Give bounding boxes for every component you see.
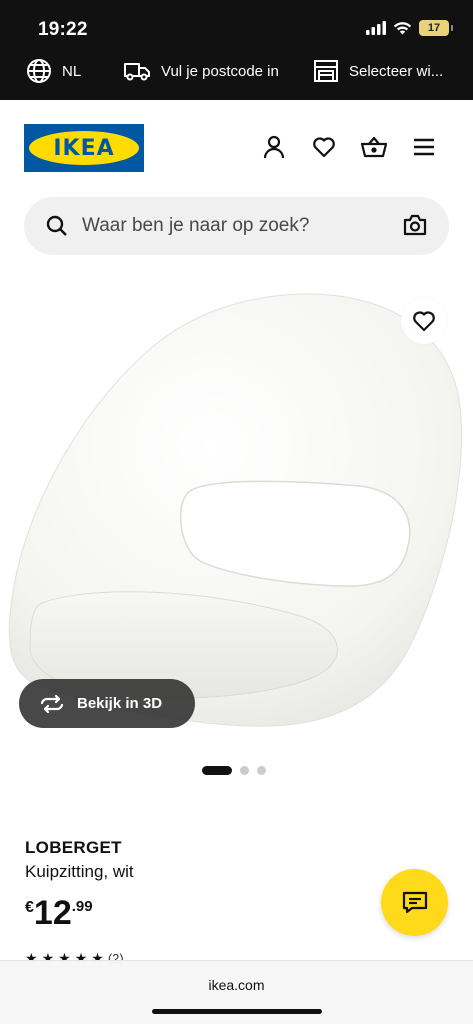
- top-dark-bar: 19:22 17 NL Vul je postcode in Selecteer…: [0, 0, 473, 100]
- user-icon[interactable]: [261, 134, 287, 160]
- cart-icon[interactable]: [361, 134, 387, 160]
- info-strip: NL Vul je postcode in Selecteer wi...: [0, 56, 473, 86]
- product-name: LOBERGET: [25, 838, 122, 857]
- chat-button[interactable]: [381, 869, 448, 936]
- browser-bottom-bar: ikea.com: [0, 960, 473, 1024]
- language-label: NL: [62, 62, 82, 80]
- home-indicator[interactable]: [152, 1009, 322, 1014]
- status-icons: 17: [366, 20, 453, 36]
- language-selector[interactable]: NL: [26, 56, 81, 86]
- view-in-3d-button[interactable]: Bekijk in 3D: [19, 679, 195, 728]
- menu-icon[interactable]: [411, 134, 437, 160]
- store-selector[interactable]: Selecteer wi...: [313, 56, 443, 86]
- search-icon: [46, 215, 67, 236]
- store-label: Selecteer wi...: [349, 62, 444, 80]
- ikea-logo[interactable]: IKEA: [24, 124, 144, 172]
- globe-icon: [27, 59, 51, 83]
- postcode-selector[interactable]: Vul je postcode in: [123, 56, 279, 86]
- battery-indicator: 17: [419, 20, 453, 36]
- rotate-3d-icon: [40, 694, 64, 713]
- status-time: 19:22: [38, 19, 88, 40]
- header-icons: [261, 134, 437, 160]
- gallery-dot-1[interactable]: [202, 766, 232, 775]
- logo-oval: IKEA: [29, 131, 139, 165]
- heart-icon: [413, 311, 435, 332]
- heart-icon[interactable]: [311, 134, 337, 160]
- signal-icon: [366, 21, 386, 35]
- wifi-icon: [393, 22, 412, 35]
- price-integer: 12: [33, 894, 72, 932]
- store-icon: [314, 60, 338, 82]
- price-currency: €: [25, 899, 34, 916]
- chat-icon: [402, 891, 427, 913]
- gallery-pagination: [202, 766, 266, 775]
- gallery-dot-2[interactable]: [240, 766, 249, 775]
- logo-text: IKEA: [53, 135, 115, 161]
- truck-icon: [124, 63, 150, 81]
- gallery-dot-3[interactable]: [257, 766, 266, 775]
- postcode-label: Vul je postcode in: [161, 62, 279, 80]
- camera-icon[interactable]: [403, 214, 427, 236]
- search-bar[interactable]: [24, 197, 449, 255]
- browser-url[interactable]: ikea.com: [0, 977, 473, 993]
- product-description: Kuipzitting, wit: [25, 862, 134, 881]
- add-to-favourites-button[interactable]: [401, 298, 447, 344]
- site-header: IKEA: [0, 100, 473, 190]
- search-input[interactable]: [82, 197, 392, 255]
- price-decimal: .99: [71, 898, 93, 915]
- view-in-3d-label: Bekijk in 3D: [77, 695, 163, 712]
- product-price: € 12 .99: [25, 893, 93, 933]
